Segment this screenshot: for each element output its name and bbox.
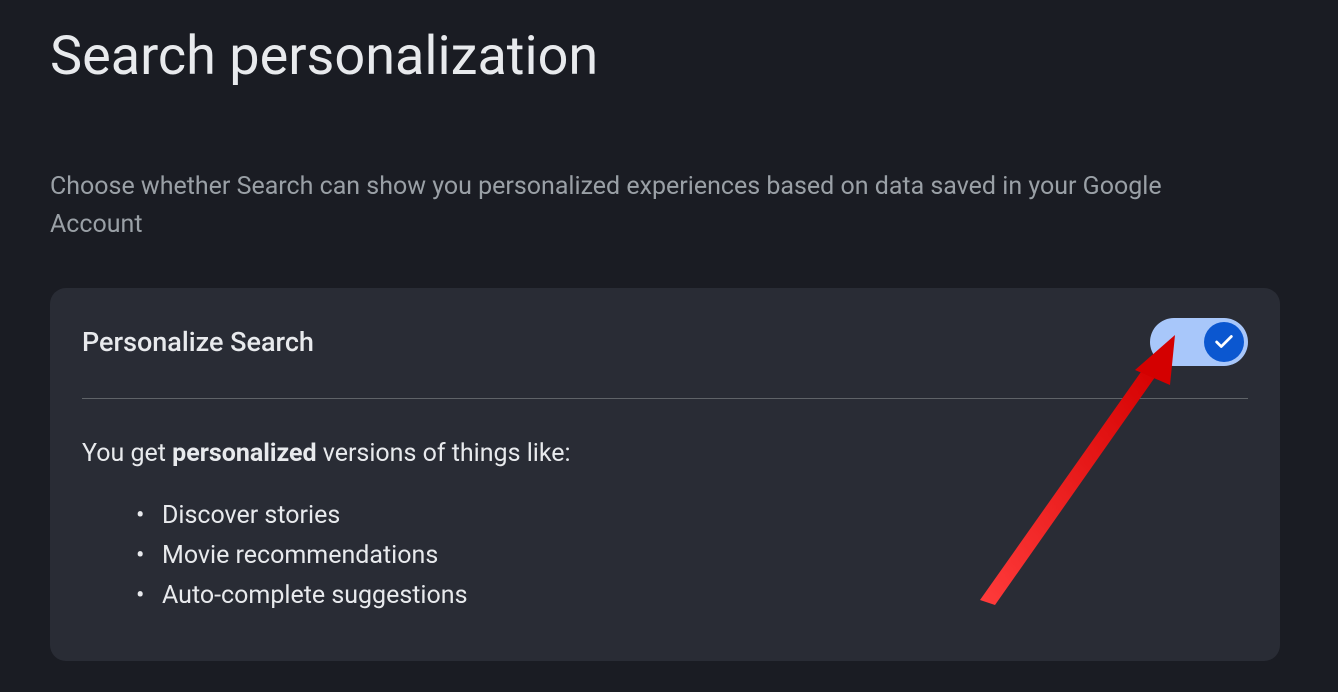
card-header: Personalize Search	[82, 318, 1248, 399]
page-description: Choose whether Search can show you perso…	[50, 168, 1250, 243]
checkmark-icon	[1213, 331, 1235, 353]
bullet-list: Discover stories Movie recommendations A…	[82, 496, 1248, 616]
page-title: Search personalization	[50, 25, 1288, 88]
list-item: Movie recommendations	[142, 536, 1248, 576]
list-item: Discover stories	[142, 496, 1248, 536]
personalize-search-card: Personalize Search You get personalized …	[50, 288, 1280, 661]
card-title: Personalize Search	[82, 326, 314, 358]
body-intro-bold: personalized	[172, 439, 316, 468]
body-intro-prefix: You get	[82, 439, 172, 468]
body-intro-suffix: versions of things like:	[317, 439, 571, 468]
personalize-search-toggle[interactable]	[1150, 318, 1248, 366]
body-intro: You get personalized versions of things …	[82, 439, 1248, 468]
card-body: You get personalized versions of things …	[82, 399, 1248, 616]
toggle-knob	[1204, 322, 1244, 362]
list-item: Auto-complete suggestions	[142, 576, 1248, 616]
